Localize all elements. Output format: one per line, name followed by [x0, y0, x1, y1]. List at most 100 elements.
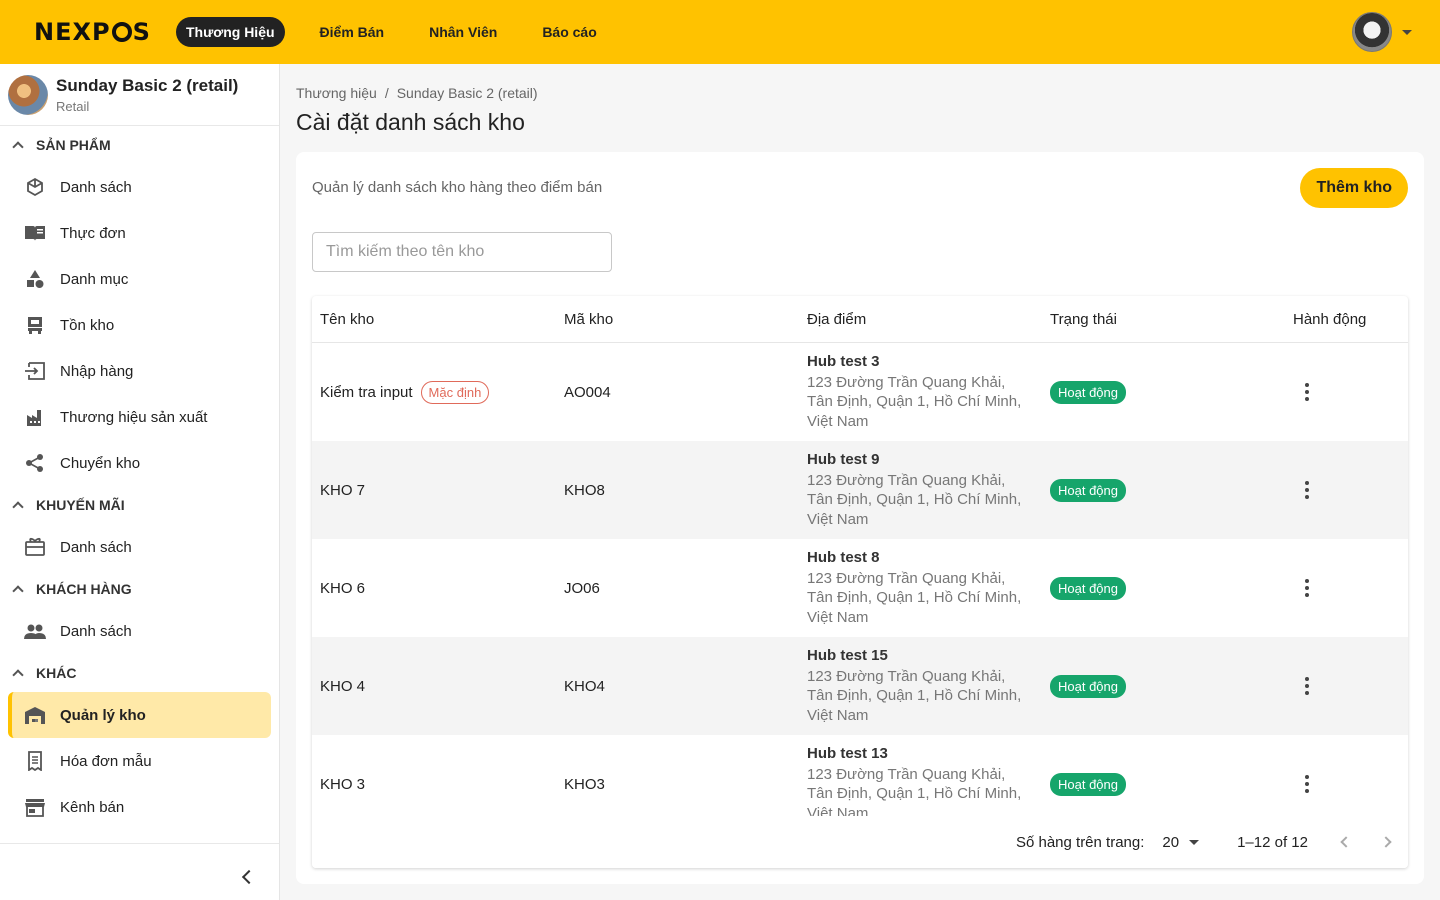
chevron-down-icon — [1189, 839, 1200, 845]
sidebar-item-hoa-don-mau[interactable]: Hóa đơn mẫu — [8, 738, 271, 784]
table-row[interactable]: KHO 7 KHO8 Hub test 9 123 Đường Trần Quan… — [312, 441, 1408, 539]
store-avatar — [8, 74, 48, 115]
chevron-up-icon — [12, 669, 24, 681]
category-shapes-icon — [24, 268, 46, 290]
warehouse-name: KHO 7 — [320, 481, 366, 499]
cube-icon — [24, 176, 46, 198]
section-khuyen-mai[interactable]: KHUYẾN MÃI — [0, 486, 279, 524]
nav-bao-cao[interactable]: Báo cáo — [532, 17, 606, 47]
chevron-up-icon — [12, 141, 24, 153]
warehouse-code: AO004 — [564, 383, 611, 401]
table-row[interactable]: KHO 4 KHO4 Hub test 15 123 Đường Trần Qua… — [312, 637, 1408, 735]
section-san-pham[interactable]: SẢN PHẨM — [0, 126, 279, 164]
hub-name: Hub test 3 — [807, 352, 880, 370]
main-nav: Thương Hiệu Điểm Bán Nhân Viên Báo cáo — [176, 17, 632, 47]
user-avatar[interactable] — [1352, 12, 1392, 52]
warehouse-code: JO06 — [564, 579, 600, 597]
sidebar-item-nhap-hang[interactable]: Nhập hàng — [8, 348, 271, 394]
nexpos-logo[interactable]: NEX P S — [34, 18, 152, 46]
rows-per-page-select[interactable]: 20 — [1162, 833, 1200, 851]
status-badge: Hoạt động — [1050, 380, 1126, 404]
table-header: Tên kho Mã kho Địa điểm Trạng thái Hành … — [312, 296, 1408, 343]
default-badge: Mặc định — [420, 380, 490, 404]
breadcrumb: Thương hiệu / Sunday Basic 2 (retail) — [296, 85, 1424, 101]
share-icon — [24, 452, 46, 474]
inventory-icon — [24, 314, 46, 336]
page-title: Cài đặt danh sách kho — [296, 109, 525, 135]
hub-name: Hub test 9 — [807, 450, 880, 468]
sidebar-item-chuyen-kho[interactable]: Chuyển kho — [8, 440, 271, 486]
rows-per-page-label: Số hàng trên trang: — [1015, 833, 1145, 851]
warehouse-card: Quản lý danh sách kho hàng theo điểm bán… — [296, 152, 1424, 884]
section-khac[interactable]: KHÁC — [0, 654, 279, 692]
hub-name: Hub test 13 — [807, 744, 888, 762]
people-icon — [24, 620, 46, 642]
sidebar-item-kenh-ban[interactable]: Kênh bán — [8, 784, 271, 830]
user-menu[interactable] — [1352, 12, 1412, 52]
menu-book-icon — [24, 222, 46, 244]
nav-nhan-vien[interactable]: Nhân Viên — [419, 17, 507, 47]
more-vert-icon[interactable] — [1305, 677, 1309, 695]
more-vert-icon[interactable] — [1305, 579, 1309, 597]
store-type: Retail — [56, 98, 90, 114]
more-vert-icon[interactable] — [1305, 775, 1309, 793]
header-trang-thai: Trạng thái — [1050, 310, 1117, 328]
hub-name: Hub test 15 — [807, 646, 888, 664]
rows-per-page-value: 20 — [1162, 833, 1180, 851]
status-badge: Hoạt động — [1050, 674, 1126, 698]
warehouse-code: KHO8 — [564, 481, 605, 499]
collapse-sidebar-icon[interactable] — [241, 869, 257, 885]
main-content: Thương hiệu / Sunday Basic 2 (retail) Cà… — [296, 64, 1424, 884]
pagination-range: 1–12 of 12 — [1237, 833, 1308, 851]
receipt-icon — [24, 750, 46, 772]
sidebar-item-danh-sach-khuyen-mai[interactable]: Danh sách — [8, 524, 271, 570]
sidebar-item-quan-ly-kho[interactable]: Quản lý kho — [8, 692, 271, 738]
header-ten-kho: Tên kho — [320, 310, 375, 328]
table-pagination: Số hàng trên trang: 20 1–12 of 12 — [312, 816, 1408, 868]
sidebar: Sunday Basic 2 (retail) Retail SẢN PHẨM … — [0, 64, 280, 900]
hub-name: Hub test 8 — [807, 548, 880, 566]
header-dia-diem: Địa điểm — [807, 310, 867, 328]
section-khach-hang[interactable]: KHÁCH HÀNG — [0, 570, 279, 608]
hub-address: 123 Đường Trần Quang Khải, Tân Định, Quậ… — [807, 471, 1022, 528]
breadcrumb-separator: / — [384, 85, 389, 101]
warehouse-name: Kiểm tra input — [320, 383, 413, 401]
store-header: Sunday Basic 2 (retail) Retail — [0, 64, 279, 126]
import-icon — [24, 360, 46, 382]
header-hanh-dong: Hành động — [1293, 310, 1367, 328]
header-ma-kho: Mã kho — [564, 310, 614, 328]
sidebar-item-danh-muc[interactable]: Danh mục — [8, 256, 271, 302]
sidebar-item-thuc-don[interactable]: Thực đơn — [8, 210, 271, 256]
hub-address: 123 Đường Trần Quang Khải, Tân Định, Quậ… — [807, 569, 1022, 626]
table-row[interactable]: KHO 6 JO06 Hub test 8 123 Đường Trần Quan… — [312, 539, 1408, 637]
storefront-icon — [24, 796, 46, 818]
nav-thuong-hieu[interactable]: Thương Hiệu — [176, 17, 285, 47]
warehouse-name: KHO 6 — [320, 579, 366, 597]
top-bar: NEX P S Thương Hiệu Điểm Bán Nhân Viên Báo… — [0, 0, 1440, 64]
chevron-up-icon — [12, 585, 24, 597]
next-page-icon[interactable] — [1380, 836, 1392, 848]
more-vert-icon[interactable] — [1305, 481, 1309, 499]
add-warehouse-button[interactable]: Thêm kho — [1300, 168, 1408, 208]
breadcrumb-thuong-hieu[interactable]: Thương hiệu — [296, 85, 377, 101]
sidebar-item-ton-kho[interactable]: Tồn kho — [8, 302, 271, 348]
sidebar-item-danh-sach-khach-hang[interactable]: Danh sách — [8, 608, 271, 654]
warehouse-code: KHO3 — [564, 775, 605, 793]
sidebar-item-thuong-hieu-san-xuat[interactable]: Thương hiệu sản xuất — [8, 394, 271, 440]
search-input[interactable] — [312, 232, 612, 272]
sidebar-item-danh-sach-san-pham[interactable]: Danh sách — [8, 164, 271, 210]
prev-page-icon[interactable] — [1340, 836, 1352, 848]
status-badge: Hoạt động — [1050, 772, 1126, 796]
hub-address: 123 Đường Trần Quang Khải, Tân Định, Quậ… — [807, 373, 1022, 430]
chevron-down-icon[interactable] — [1402, 29, 1412, 35]
table-body: Kiểm tra input Mặc định AO004 Hub test 3 1… — [312, 343, 1408, 833]
status-badge: Hoạt động — [1050, 478, 1126, 502]
status-badge: Hoạt động — [1050, 576, 1126, 600]
hub-address: 123 Đường Trần Quang Khải, Tân Định, Quậ… — [807, 667, 1022, 724]
warehouse-code: KHO4 — [564, 677, 605, 695]
table-row[interactable]: Kiểm tra input Mặc định AO004 Hub test 3 1… — [312, 343, 1408, 441]
more-vert-icon[interactable] — [1305, 383, 1309, 401]
nav-diem-ban[interactable]: Điểm Bán — [310, 17, 395, 47]
gift-card-icon — [24, 536, 46, 558]
card-description: Quản lý danh sách kho hàng theo điểm bán — [312, 179, 603, 196]
